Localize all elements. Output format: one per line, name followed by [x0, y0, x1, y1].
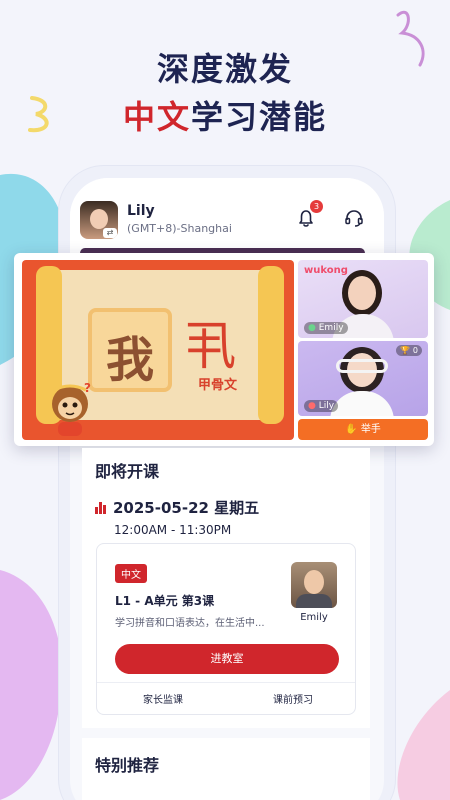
preview-link[interactable]: 课前预习	[273, 691, 313, 706]
headline-rest: 学习潜能	[191, 98, 328, 136]
trophy-count: 🏆 0	[396, 345, 422, 356]
user-timezone: (GMT+8)-Shanghai	[127, 222, 232, 235]
calendar-bars-icon	[95, 502, 107, 514]
language-tag: 中文	[115, 564, 147, 583]
teacher-video[interactable]: wukong ● Emily	[298, 260, 428, 338]
brand-logo: wukong	[304, 265, 348, 276]
lesson-title: L1 - A单元 第3课	[115, 594, 215, 608]
raise-hand-button[interactable]: ✋ 举手	[298, 419, 428, 440]
oracle-bone-label: 甲骨文	[198, 378, 238, 393]
profile-header: ⇄ Lily (GMT+8)-Shanghai 3	[70, 178, 384, 258]
mic-icon: ●	[308, 323, 316, 333]
mic-muted-icon: ●	[308, 401, 316, 411]
headline-line-2: 中文学习潜能	[0, 92, 450, 138]
user-avatar[interactable]: ⇄	[80, 201, 118, 239]
headline-line-1: 深度激发	[156, 50, 293, 88]
oracle-bone-glyph: 丮	[184, 317, 237, 377]
upcoming-title: 即将开课	[95, 462, 160, 481]
class-time: 12:00AM - 11:30PM	[114, 523, 232, 537]
recommend-title: 特别推荐	[95, 756, 160, 775]
lesson-card[interactable]: 中文 L1 - A单元 第3课 学习拼音和口语表达，在生活中... Emily …	[96, 543, 356, 715]
parent-monitor-link[interactable]: 家长监课	[143, 691, 183, 706]
character-tile: 我	[88, 308, 172, 392]
hand-icon: ✋	[345, 424, 358, 435]
headline-highlight: 中文	[122, 98, 191, 136]
notification-badge: 3	[310, 200, 323, 213]
enter-classroom-button[interactable]: 进教室	[115, 644, 339, 674]
recommend-section: 特别推荐	[82, 738, 370, 800]
user-name: Lily	[127, 203, 155, 219]
lesson-board: 我 丮 甲骨文 ?	[22, 260, 294, 440]
raise-hand-label: 举手	[360, 424, 381, 435]
student-video[interactable]: 🏆 0 ● Lily	[298, 341, 428, 416]
svg-text:?: ?	[84, 381, 91, 395]
class-date: 2025-05-22 星期五	[95, 497, 259, 518]
chinese-character: 我	[105, 332, 154, 388]
lesson-actions: 家长监课 课前预习	[97, 682, 355, 715]
classroom-preview: 我 丮 甲骨文 ? wukong ● Emily 🏆 0 ● Lily ✋ 举手	[14, 253, 434, 446]
headset-icon[interactable]	[342, 206, 366, 230]
swap-icon[interactable]: ⇄	[103, 228, 117, 238]
monkey-mascot-icon: ?	[52, 381, 91, 436]
teacher-video-label: ● Emily	[304, 322, 348, 334]
teacher-name: Emily	[300, 612, 328, 623]
teacher-avatar[interactable]	[291, 562, 337, 608]
student-video-label: ● Lily	[304, 400, 339, 412]
upcoming-section: 即将开课 2025-05-22 星期五 12:00AM - 11:30PM 中文…	[82, 448, 370, 728]
lesson-description: 学习拼音和口语表达，在生活中...	[115, 618, 265, 629]
